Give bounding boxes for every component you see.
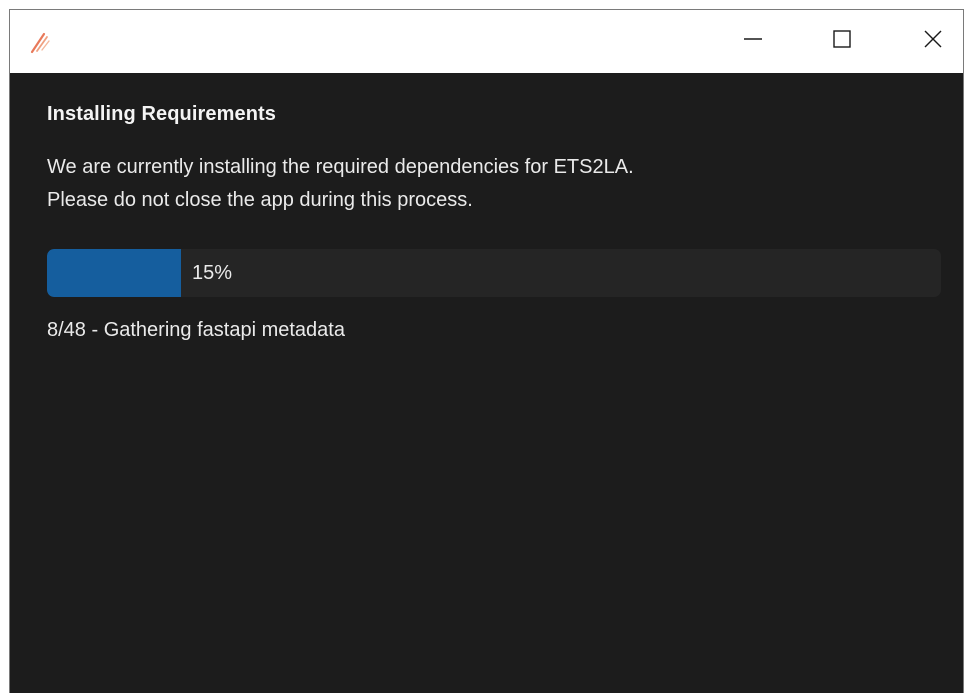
- progress-bar: 15%: [47, 249, 941, 297]
- progress-fill: [47, 249, 182, 297]
- close-button[interactable]: [904, 10, 962, 73]
- description-line: Please do not close the app during this …: [47, 189, 473, 211]
- description-line: We are currently installing the required…: [47, 156, 634, 178]
- page-title: Installing Requirements: [47, 103, 277, 125]
- close-icon: [923, 29, 943, 54]
- installer-window: Installing Requirements We are currently…: [9, 9, 964, 693]
- minimize-icon: [743, 29, 763, 54]
- install-content: Installing Requirements We are currently…: [10, 73, 963, 693]
- minimize-button[interactable]: [724, 10, 782, 73]
- progress-percent: 15%: [192, 262, 233, 284]
- status-text: 8/48 - Gathering fastapi metadata: [47, 319, 345, 341]
- maximize-icon: [832, 29, 852, 54]
- maximize-button[interactable]: [813, 10, 871, 73]
- description: We are currently installing the required…: [47, 151, 927, 217]
- app-icon: [28, 30, 52, 54]
- title-bar[interactable]: [10, 10, 963, 73]
